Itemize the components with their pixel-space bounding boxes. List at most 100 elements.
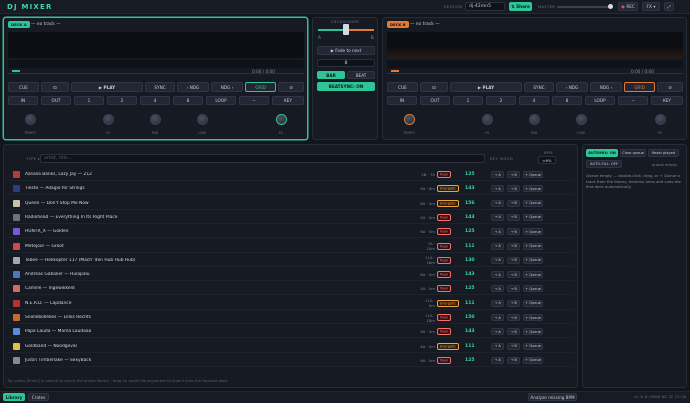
analyze-bpm-button[interactable]: Analyze missing BPM (528, 393, 577, 401)
reset-played-button[interactable]: Reset played (648, 149, 679, 157)
load-deck-a-button[interactable]: → A (491, 271, 504, 279)
table-row[interactable]: Justin Timberlake — SexyBack 9A · 0m Peak 1… (7, 355, 574, 367)
deck-b-grid-button[interactable]: GRID (624, 82, 655, 92)
table-row[interactable]: HUNTR_X — Golden 9A · 5m Peak 125 → A → B + Qu… (7, 226, 574, 239)
deck-b-play-button[interactable]: ▶ PLAY (450, 82, 522, 92)
fade-bars-field[interactable]: 8 (317, 59, 375, 67)
deck-a-loop-1-button[interactable]: 1 (74, 96, 104, 105)
crossfader-handle[interactable] (343, 24, 349, 35)
share-button[interactable]: ⇅ Share (509, 2, 532, 11)
load-deck-a-button[interactable]: → A (491, 328, 504, 336)
deck-a-cue-button[interactable]: CUE (8, 82, 39, 92)
load-deck-a-button[interactable]: → A (491, 213, 504, 221)
deck-b-nudge-back-button[interactable]: ‹ NDG (556, 82, 588, 92)
load-deck-b-button[interactable]: → B (507, 285, 520, 293)
deck-b-reset-button[interactable]: ⊘ (657, 82, 683, 92)
deck-b-key-button[interactable]: KEY (651, 96, 683, 105)
fade-to-next-button[interactable]: ▶ Fade to next (317, 46, 375, 55)
deck-b-mid-knob[interactable] (529, 114, 540, 125)
deck-a-overview[interactable] (8, 60, 304, 68)
load-deck-a-button[interactable]: → A (491, 199, 504, 207)
load-deck-b-button[interactable]: → B (507, 271, 520, 279)
deck-a-hi-knob[interactable] (103, 114, 114, 125)
deck-b-loop-8-button[interactable]: 8 (552, 96, 582, 105)
load-deck-b-button[interactable]: → B (507, 256, 520, 264)
bpm-filter-field[interactable]: ±6% (538, 156, 556, 164)
deck-a-sync-button[interactable]: SYNC (145, 82, 175, 92)
beatsync-button[interactable]: BEATSYNC: ON (317, 82, 375, 91)
add-to-queue-button[interactable]: + Queue (523, 314, 543, 321)
load-deck-b-button[interactable]: → B (507, 356, 520, 364)
deck-b-filter-knob[interactable] (655, 114, 666, 125)
load-deck-a-button[interactable]: → A (491, 242, 504, 250)
master-volume-handle[interactable] (608, 4, 613, 9)
deck-a-loop-out-button[interactable]: OUT (41, 96, 71, 105)
deck-b-headphones-button[interactable]: ☊ (420, 82, 448, 92)
load-deck-b-button[interactable]: → B (507, 299, 520, 307)
add-to-queue-button[interactable]: + Queue (523, 199, 543, 207)
load-deck-a-button[interactable]: → A (491, 356, 504, 364)
load-deck-a-button[interactable]: → A (491, 185, 504, 193)
table-row[interactable]: Snollebollekes — Links Rechts 11A · 18m Pe… (7, 312, 574, 324)
load-deck-b-button[interactable]: → B (507, 171, 520, 178)
table-row[interactable]: Tiësto — Adagio for Strings 9A · 8m Energe… (7, 183, 574, 196)
add-to-queue-button[interactable]: + Queue (523, 285, 543, 293)
load-deck-b-button[interactable]: → B (507, 228, 520, 236)
add-to-queue-button[interactable]: + Queue (523, 271, 543, 279)
deck-a-headphones-button[interactable]: ☊ (41, 82, 69, 92)
fullscreen-button[interactable]: ⤢ (664, 2, 674, 11)
automix-button[interactable]: AUTOMIX: ON (586, 149, 618, 157)
load-deck-a-button[interactable]: → A (491, 314, 504, 321)
deck-b-hi-knob[interactable] (482, 114, 493, 125)
deck-b-cue-button[interactable]: CUE (387, 82, 418, 92)
fx-button[interactable]: FX ▾ (642, 2, 660, 11)
deck-a-reset-button[interactable]: ⊘ (278, 82, 304, 92)
deck-b-waveform[interactable] (387, 32, 683, 58)
deck-a-nudge-fwd-button[interactable]: NDG › (211, 82, 243, 92)
library-search-input[interactable]: artist, title... (40, 154, 485, 163)
load-deck-b-button[interactable]: → B (507, 328, 520, 336)
table-row[interactable]: Papa Lauda — Mama Laudaaa 9A · 0m Peak 143 →… (7, 326, 574, 339)
add-to-queue-button[interactable]: + Queue (523, 185, 543, 193)
bar-button[interactable]: BAR (317, 71, 345, 79)
load-deck-a-button[interactable]: → A (491, 299, 504, 307)
master-volume-slider[interactable] (557, 6, 613, 8)
deck-b-overview[interactable] (387, 60, 683, 68)
deck-a-low-knob[interactable] (197, 114, 208, 125)
add-to-queue-button[interactable]: + Queue (523, 356, 543, 364)
deck-a-loop-4-button[interactable]: 4 (140, 96, 170, 105)
deck-b-key-minus-button[interactable]: − (618, 96, 648, 105)
deck-a-nudge-back-button[interactable]: ‹ NDG (177, 82, 209, 92)
add-to-queue-button[interactable]: + Queue (523, 342, 543, 350)
beat-button[interactable]: BEAT (347, 71, 375, 79)
deck-a-loop-in-button[interactable]: IN (8, 96, 38, 105)
table-row[interactable]: Andreas Gabalier — Hulapalu 6A · 0m Peak 14… (7, 269, 574, 282)
deck-a-filter-knob[interactable] (276, 114, 287, 125)
table-row[interactable]: Metejoor — Groot 7A · 10m Peak 111 → A → B + Q… (7, 241, 574, 253)
load-deck-b-button[interactable]: → B (507, 185, 520, 193)
add-to-queue-button[interactable]: + Queue (523, 213, 543, 221)
deck-a-grid-button[interactable]: GRID (245, 82, 276, 92)
add-to-queue-button[interactable]: + Queue (523, 256, 543, 264)
deck-b-loop-4-button[interactable]: 4 (519, 96, 549, 105)
deck-a-tempo-knob[interactable] (25, 114, 36, 125)
load-deck-b-button[interactable]: → B (507, 199, 520, 207)
load-deck-b-button[interactable]: → B (507, 213, 520, 221)
load-deck-b-button[interactable]: → B (507, 342, 520, 350)
table-row[interactable]: Camille — Ingewikkeld 5A · 0m Peak 125 → A → … (7, 283, 574, 296)
table-row[interactable]: Goldband — Noodgeval 4A · 0m Energetic 111 →… (7, 341, 574, 353)
table-row[interactable]: N.E.R.D. — Lapdance 11A · 0m Energetic 111 →… (7, 298, 574, 310)
add-to-queue-button[interactable]: + Queue (523, 328, 543, 336)
deck-a-key-button[interactable]: KEY (272, 96, 304, 105)
deck-b-loop-out-button[interactable]: OUT (420, 96, 450, 105)
table-row[interactable]: Queen — Don't Stop Me Now 8A · 0m Energeti… (7, 198, 574, 210)
deck-b-tempo-knob[interactable] (404, 114, 415, 125)
add-to-queue-button[interactable]: + Queue (523, 171, 543, 178)
table-row[interactable]: Radiohead — Everything In Its Right Plac… (7, 212, 574, 224)
deck-a-mid-knob[interactable] (150, 114, 161, 125)
clear-queue-button[interactable]: Clear queue (620, 149, 646, 157)
deck-b-loop-2-button[interactable]: 2 (486, 96, 516, 105)
deck-a-play-button[interactable]: ▶ PLAY (71, 82, 143, 92)
load-deck-b-button[interactable]: → B (507, 242, 520, 250)
load-deck-b-button[interactable]: → B (507, 314, 520, 321)
